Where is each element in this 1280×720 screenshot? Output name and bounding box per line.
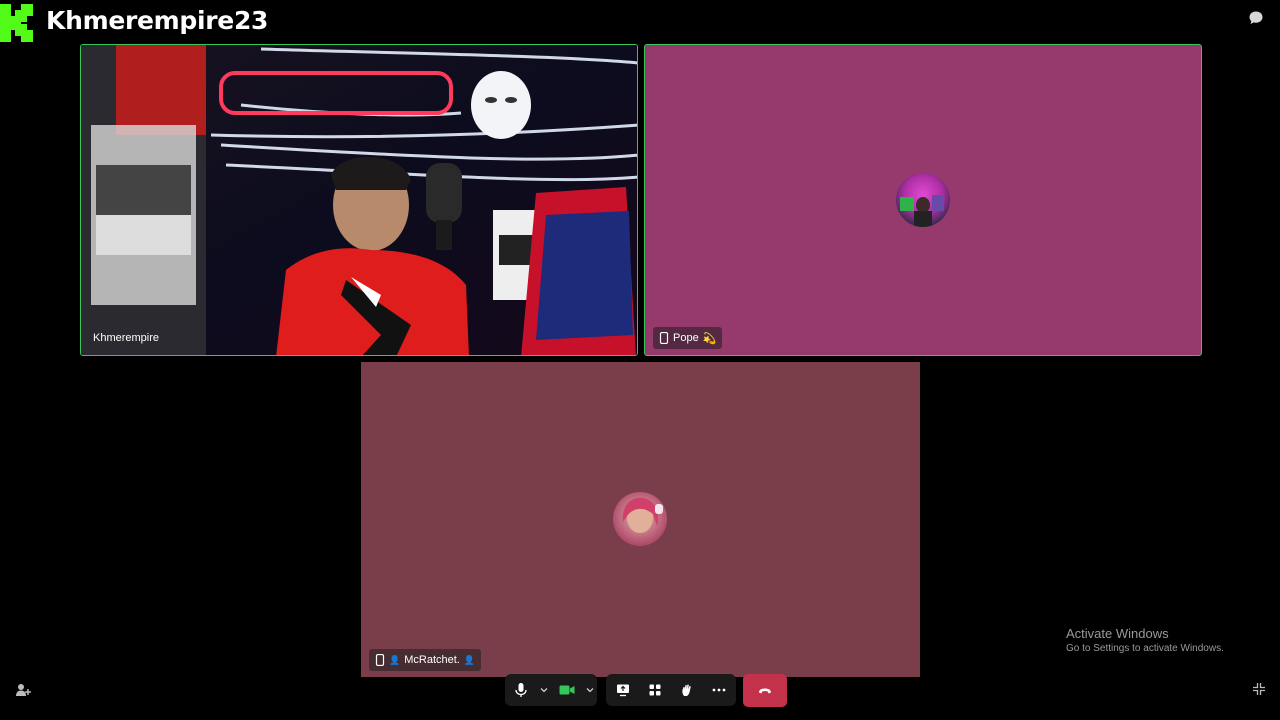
apps-button[interactable]: [639, 674, 671, 706]
more-icon: [712, 688, 726, 692]
name-emoji: 👤: [389, 654, 401, 665]
chevron-down-icon: [540, 688, 548, 693]
meeting-controls: [606, 674, 736, 706]
collapse-icon[interactable]: [1252, 682, 1266, 696]
raise-hand-icon: [682, 684, 691, 696]
camera-button[interactable]: [551, 674, 583, 706]
camera-icon: [559, 685, 575, 695]
chevron-down-icon: [586, 688, 594, 693]
microphone-options-button[interactable]: [537, 674, 551, 706]
participant-name-tag: Pope 💫: [653, 327, 723, 349]
phone-icon: [659, 332, 669, 344]
share-screen-button[interactable]: [607, 674, 639, 706]
phone-icon: [375, 654, 385, 666]
video-tile-mcratchet[interactable]: 👤 McRatchet. 👤: [361, 362, 920, 677]
hang-up-icon: [759, 688, 771, 693]
participant-name: McRatchet.: [404, 654, 460, 666]
channel-name: Khmerempire23: [46, 6, 269, 35]
audio-video-controls: [505, 674, 597, 706]
more-options-button[interactable]: [703, 674, 735, 706]
apps-icon: [649, 684, 661, 696]
add-people-icon[interactable]: [15, 682, 31, 698]
participant-name: Khmerempire: [93, 332, 160, 344]
kick-logo-icon: [0, 4, 33, 42]
video-tile-pope[interactable]: Pope 💫: [644, 44, 1202, 356]
name-emoji: 👤: [463, 654, 476, 665]
camera-options-button[interactable]: [583, 674, 597, 706]
participant-name: Pope: [673, 332, 699, 344]
call-toolbar: [0, 672, 1280, 712]
watermark-subtitle: Go to Settings to activate Windows.: [1066, 643, 1224, 654]
raise-hand-button[interactable]: [671, 674, 703, 706]
share-screen-icon: [617, 684, 629, 697]
participant-name-tag: 👤 McRatchet. 👤: [369, 649, 482, 671]
video-tile-khmerempire[interactable]: Khmerempire: [80, 44, 638, 356]
participant-avatar: [896, 173, 950, 227]
app-header: Khmerempire23: [0, 0, 1280, 44]
name-emoji: 💫: [702, 332, 717, 345]
hang-up-button[interactable]: [743, 674, 787, 707]
microphone-button[interactable]: [505, 674, 537, 706]
microphone-icon: [515, 683, 527, 697]
participant-name-tag: Khmerempire: [89, 327, 165, 349]
watermark-title: Activate Windows: [1066, 626, 1169, 641]
participant-avatar: [613, 492, 667, 546]
camera-feed: [81, 45, 637, 355]
activate-windows-watermark: Activate Windows Go to Settings to activ…: [1066, 626, 1224, 654]
chat-bubble-icon[interactable]: [1248, 10, 1264, 26]
